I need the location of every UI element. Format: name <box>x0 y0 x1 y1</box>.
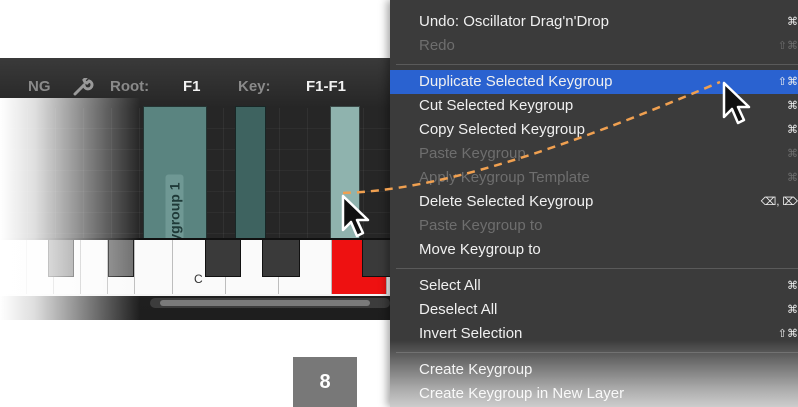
root-value[interactable]: F1 <box>183 78 201 95</box>
menu-item-label: Deselect All <box>419 301 498 318</box>
keygroup-block[interactable] <box>235 106 266 240</box>
menu-item-label: Select All <box>419 277 481 294</box>
menu-item-label: Create Keygroup in New Layer <box>419 385 625 402</box>
menu-item-shortcut: ⌘ <box>787 124 798 136</box>
menu-separator <box>396 352 798 353</box>
menu-item-paste-keygroup-to[interactable]: Paste Keygroup to <box>390 214 798 238</box>
black-key[interactable] <box>205 240 241 277</box>
context-menu: Undo: Oscillator Drag'n'Drop ⌘ Redo ⇧⌘ D… <box>390 0 798 407</box>
menu-item-shortcut: ⌘ <box>787 148 798 160</box>
white-key[interactable] <box>81 240 108 294</box>
menu-item-copy-selected-keygroup[interactable]: Copy Selected Keygroup ⌘ <box>390 118 798 142</box>
menu-item-create-keygroup-in-new-layer[interactable]: Create Keygroup in New Layer <box>390 382 798 406</box>
white-key[interactable] <box>135 240 173 294</box>
menu-item-label: Duplicate Selected Keygroup <box>419 73 613 90</box>
menu-item-label: Paste Keygroup to <box>419 217 543 234</box>
scrollbar-thumb[interactable] <box>160 300 370 306</box>
black-key[interactable] <box>48 240 74 277</box>
menu-item-shortcut: ⌘ <box>787 172 798 184</box>
menu-item-shortcut: ⇧⌘ <box>777 76 798 88</box>
white-key[interactable] <box>0 240 27 294</box>
menu-item-invert-selection[interactable]: Invert Selection ⇧⌘ <box>390 322 798 346</box>
menu-item-label: Create Keygroup <box>419 361 533 378</box>
menu-item-cut-selected-keygroup[interactable]: Cut Selected Keygroup ⌘ <box>390 94 798 118</box>
menu-item-label: Copy Selected Keygroup <box>419 121 585 138</box>
menu-separator <box>396 64 798 65</box>
menu-item-label: Undo: Oscillator Drag'n'Drop <box>419 13 609 30</box>
wrench-icon[interactable] <box>72 76 94 100</box>
menu-item-shortcut: ⌘ <box>787 280 798 292</box>
toolbar-fragment: NG <box>28 78 51 95</box>
keygroup-editor: NG Root: F1 Key: F1-F1 Keygroup 1 C <box>0 58 420 320</box>
menu-item-shortcut: ⇧⌘ <box>777 328 798 340</box>
menu-item-move-keygroup-to[interactable]: Move Keygroup to <box>390 238 798 262</box>
piano-keyboard[interactable] <box>0 238 420 296</box>
menu-item-apply-keygroup-template[interactable]: Apply Keygroup Template ⌘ <box>390 166 798 190</box>
menu-item-paste-keygroup[interactable]: Paste Keygroup ⌘ <box>390 142 798 166</box>
menu-item-shortcut: ⌘ <box>787 100 798 112</box>
menu-item-create-keygroup[interactable]: Create Keygroup <box>390 358 798 382</box>
keygroup-block-selected[interactable] <box>330 106 360 240</box>
menu-item-duplicate-selected-keygroup[interactable]: Duplicate Selected Keygroup ⇧⌘ <box>390 70 798 94</box>
menu-item-select-all[interactable]: Select All ⌘ <box>390 274 798 298</box>
menu-item-label: Apply Keygroup Template <box>419 169 590 186</box>
menu-item-redo[interactable]: Redo ⇧⌘ <box>390 34 798 58</box>
menu-separator <box>396 268 798 269</box>
menu-item-label: Cut Selected Keygroup <box>419 97 574 114</box>
black-key[interactable] <box>108 240 134 277</box>
menu-item-deselect-all[interactable]: Deselect All ⌘ <box>390 298 798 322</box>
menu-item-label: Invert Selection <box>419 325 523 342</box>
menu-item-shortcut: ⌘ <box>787 16 798 28</box>
menu-item-shortcut: ⇧⌘ <box>777 40 798 52</box>
editor-toolbar: NG Root: F1 Key: F1-F1 <box>0 58 420 109</box>
menu-item-label: Paste Keygroup <box>419 145 526 162</box>
menu-item-shortcut: ⌫, ⌦ <box>760 196 798 208</box>
black-key[interactable] <box>262 240 300 277</box>
octave-c-label: C <box>194 272 203 286</box>
menu-item-undo[interactable]: Undo: Oscillator Drag'n'Drop ⌘ <box>390 10 798 34</box>
root-label: Root: <box>110 78 150 95</box>
menu-item-delete-selected-keygroup[interactable]: Delete Selected Keygroup ⌫, ⌦ <box>390 190 798 214</box>
step-number-badge: 8 <box>293 357 357 407</box>
key-value[interactable]: F1-F1 <box>306 78 346 95</box>
menu-item-label: Move Keygroup to <box>419 241 541 258</box>
menu-item-label: Delete Selected Keygroup <box>419 193 594 210</box>
key-label: Key: <box>238 78 271 95</box>
menu-item-label: Redo <box>419 37 455 54</box>
menu-item-shortcut: ⌘ <box>787 304 798 316</box>
